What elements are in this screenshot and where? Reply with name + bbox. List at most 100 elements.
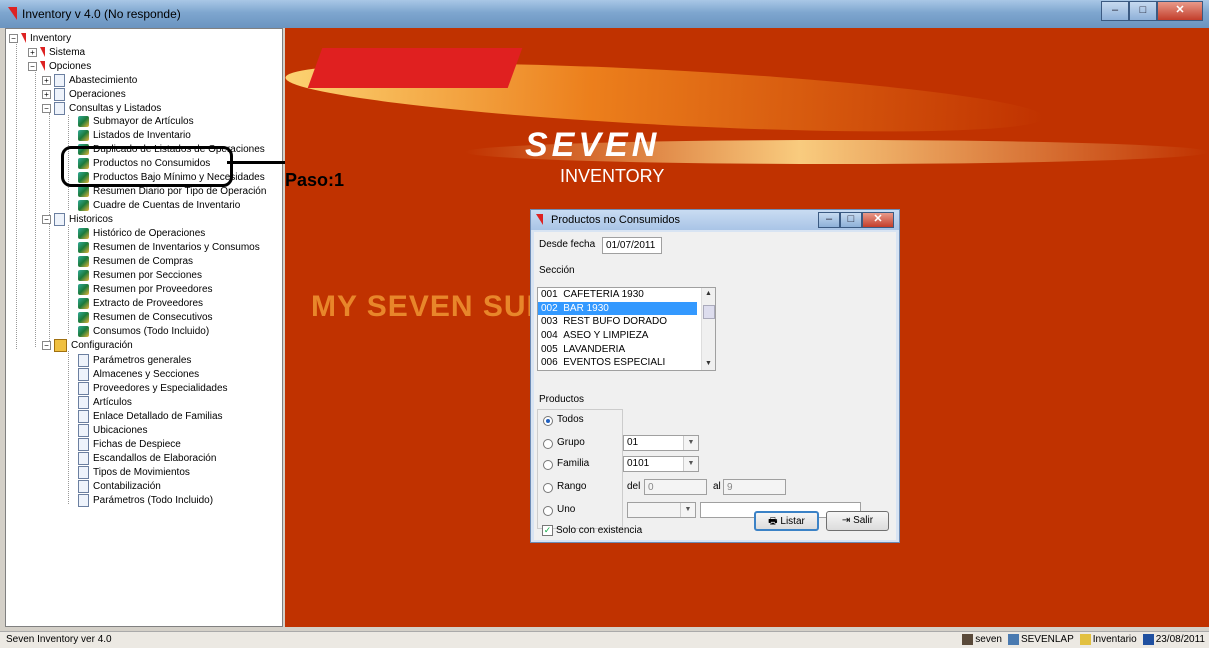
uno-select[interactable]: ▼	[627, 502, 696, 518]
tree-leaf[interactable]: Submayor de Artículos	[78, 115, 194, 128]
tree-leaf[interactable]: Consumos (Todo Incluido)	[78, 325, 209, 338]
list-item[interactable]: 003 REST BUFO DORADO	[538, 315, 697, 329]
radio-uno-label[interactable]: Uno	[557, 504, 575, 515]
tree-node-sistema[interactable]: + Sistema	[28, 46, 85, 59]
seven-logo-shape	[307, 48, 523, 88]
expand-icon[interactable]: +	[28, 48, 37, 57]
tree-leaf[interactable]: Parámetros generales	[78, 354, 191, 367]
list-item[interactable]: 006 EVENTOS ESPECIALI	[538, 356, 697, 370]
list-item[interactable]: 005 LAVANDERIA	[538, 343, 697, 357]
collapse-icon[interactable]: −	[42, 215, 51, 225]
tree-leaf[interactable]: Escandallos de Elaboración	[78, 452, 216, 465]
document-icon	[78, 452, 89, 465]
maximize-button[interactable]: □	[1129, 1, 1157, 21]
list-item[interactable]: 001 CAFETERIA 1930	[538, 288, 697, 302]
tree-node-inventory[interactable]: − Inventory	[9, 32, 71, 45]
radio-todos[interactable]	[543, 416, 553, 426]
status-db: Inventario	[1079, 634, 1137, 645]
collapse-icon[interactable]: −	[42, 104, 51, 114]
tree-leaf[interactable]: Resumen de Compras	[78, 255, 193, 268]
radio-todos-label[interactable]: Todos	[557, 414, 584, 425]
scroll-down-icon[interactable]: ▼	[702, 358, 715, 370]
document-icon	[78, 480, 89, 493]
scroll-thumb[interactable]	[703, 305, 715, 319]
desde-fecha-input[interactable]: 01/07/2011	[602, 237, 662, 254]
tree-node-abastecimiento[interactable]: + Abastecimiento	[42, 74, 137, 87]
solo-existencia-label[interactable]: Solo con existencia	[556, 525, 642, 536]
tree-leaf[interactable]: Resumen de Consecutivos	[78, 311, 213, 324]
scroll-up-icon[interactable]: ▲	[702, 288, 715, 300]
tree-line	[68, 225, 69, 334]
chevron-down-icon[interactable]: ▼	[683, 436, 698, 450]
dialog-minimize-button[interactable]: –	[818, 212, 840, 228]
tree-leaf[interactable]: Contabilización	[78, 480, 161, 493]
tree-leaf[interactable]: Artículos	[78, 396, 132, 409]
exit-door-icon: ⇥	[841, 515, 851, 526]
collapse-icon[interactable]: −	[42, 341, 51, 351]
folder-icon	[54, 102, 65, 115]
status-date: 23/08/2011	[1142, 634, 1205, 645]
chevron-down-icon[interactable]: ▼	[683, 457, 698, 471]
tree-leaf[interactable]: Fichas de Despiece	[78, 438, 181, 451]
logo-seven-text: SEVEN	[525, 126, 661, 164]
printer-icon: 🖶	[768, 516, 778, 527]
minimize-button[interactable]: –	[1101, 1, 1129, 21]
tree-node-configuracion[interactable]: − Configuración	[42, 339, 133, 352]
tree-node-historicos[interactable]: − Historicos	[42, 213, 113, 226]
radio-grupo-label[interactable]: Grupo	[557, 437, 585, 448]
collapse-icon[interactable]: −	[28, 62, 37, 71]
tree-leaf[interactable]: Histórico de Operaciones	[78, 227, 205, 240]
grupo-select[interactable]: 01 ▼	[623, 435, 699, 451]
tree-leaf[interactable]: Enlace Detallado de Familias	[78, 410, 223, 423]
listbox-scrollbar[interactable]: ▲ ▼	[701, 288, 715, 370]
tree-leaf[interactable]: Tipos de Movimientos	[78, 466, 190, 479]
tree-leaf[interactable]: Cuadre de Cuentas de Inventario	[78, 199, 240, 212]
tree-leaf[interactable]: Resumen por Secciones	[78, 269, 202, 282]
tree-node-operaciones[interactable]: + Operaciones	[42, 88, 126, 101]
tree-leaf[interactable]: Proveedores y Especialidades	[78, 382, 228, 395]
status-info: seven SEVENLAP Inventario 23/08/2011	[962, 634, 1205, 645]
tree-leaf[interactable]: Listados de Inventario	[78, 129, 191, 142]
tree-leaf[interactable]: Parámetros (Todo Incluido)	[78, 494, 213, 507]
window-controls: – □ ✕	[1101, 1, 1203, 21]
dialog-title-bar[interactable]: Productos no Consumidos – □ ✕	[531, 210, 899, 230]
familia-select[interactable]: 0101 ▼	[623, 456, 699, 472]
dialog-window-controls: – □ ✕	[818, 212, 894, 228]
radio-familia-label[interactable]: Familia	[557, 458, 589, 469]
folder-icon	[54, 74, 65, 87]
dialog-close-button[interactable]: ✕	[862, 212, 894, 228]
rango-del-input[interactable]: 0	[644, 479, 707, 495]
radio-rango[interactable]	[543, 483, 553, 493]
tree-leaf[interactable]: Resumen de Inventarios y Consumos	[78, 241, 260, 254]
document-icon	[78, 382, 89, 395]
navigation-tree[interactable]: − Inventory + Sistema − Opciones + Abastecim…	[5, 28, 283, 627]
seccion-listbox[interactable]: 001 CAFETERIA 1930 002 BAR 1930 003 REST…	[537, 287, 716, 371]
expand-icon[interactable]: +	[42, 76, 51, 86]
computer-icon	[1007, 634, 1019, 645]
radio-uno[interactable]	[543, 506, 553, 516]
report-icon	[78, 283, 89, 295]
database-icon	[1079, 634, 1091, 645]
rango-al-input[interactable]: 9	[723, 479, 786, 495]
tree-node-opciones[interactable]: − Opciones	[28, 60, 91, 73]
radio-grupo[interactable]	[543, 439, 553, 449]
tree-node-consultas[interactable]: − Consultas y Listados	[42, 102, 161, 115]
tree-leaf[interactable]: Almacenes y Secciones	[78, 368, 199, 381]
expand-icon[interactable]: +	[42, 90, 51, 100]
chevron-down-icon[interactable]: ▼	[680, 503, 695, 517]
list-item[interactable]: 004 ASEO Y LIMPIEZA	[538, 329, 697, 343]
solo-existencia-checkbox[interactable]: ✓	[542, 525, 553, 536]
radio-familia[interactable]	[543, 460, 553, 470]
salir-button[interactable]: ⇥ Salir	[826, 511, 889, 531]
radio-rango-label[interactable]: Rango	[557, 481, 586, 492]
window-title: Inventory v 4.0 (No responde)	[22, 7, 181, 21]
collapse-icon[interactable]: −	[9, 34, 18, 43]
listar-button[interactable]: 🖶 Listar	[754, 511, 819, 531]
tree-leaf[interactable]: Extracto de Proveedores	[78, 297, 203, 310]
folder-icon	[54, 213, 65, 226]
dialog-maximize-button[interactable]: □	[840, 212, 862, 228]
tree-leaf[interactable]: Ubicaciones	[78, 424, 147, 437]
tree-leaf[interactable]: Resumen por Proveedores	[78, 283, 213, 296]
close-button[interactable]: ✕	[1157, 1, 1203, 21]
list-item-selected[interactable]: 002 BAR 1930	[538, 301, 697, 316]
